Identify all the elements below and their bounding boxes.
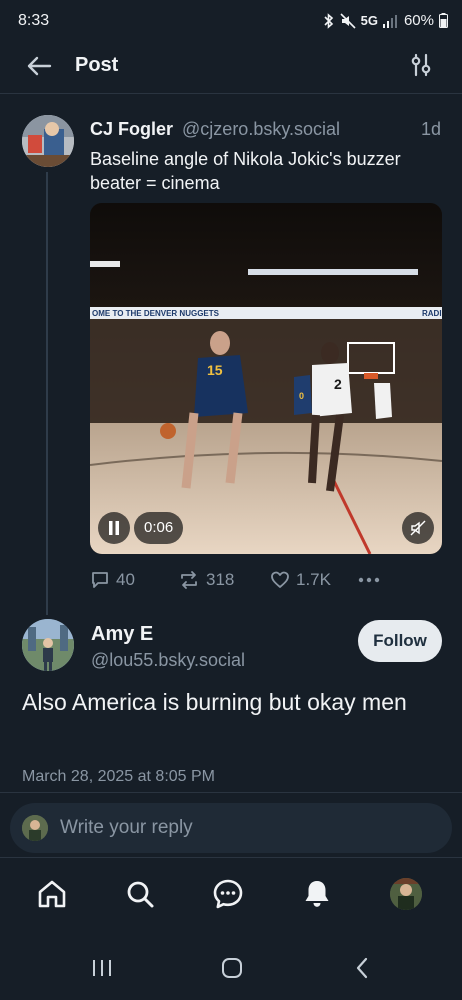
- mute-icon: [340, 12, 356, 29]
- system-back-button[interactable]: [342, 948, 382, 988]
- tab-notifications[interactable]: [297, 874, 337, 914]
- network-label: 5G: [360, 13, 378, 28]
- battery-icon: [439, 13, 448, 28]
- like-count: 1.7K: [296, 570, 331, 589]
- video-frame: OME TO THE DENVER NUGGETS RADI 15 2 0: [90, 203, 442, 554]
- post-text: Baseline angle of Nikola Jokic's buzzer …: [90, 149, 401, 193]
- battery-label: 60%: [403, 12, 434, 29]
- reply-count: 40: [116, 570, 135, 589]
- arrow-left-icon: [27, 56, 52, 76]
- status-time: 8:33: [18, 12, 50, 29]
- speaker-muted-icon: [410, 520, 426, 536]
- home-circle-icon: [222, 958, 242, 978]
- follow-button[interactable]: Follow: [358, 620, 442, 662]
- post-text: Also America is burning but okay men: [22, 689, 407, 715]
- recent-apps-icon: [93, 960, 111, 976]
- recent-apps-button[interactable]: [82, 948, 122, 988]
- author-handle[interactable]: @cjzero.bsky.social: [182, 119, 340, 139]
- repost-count: 318: [206, 570, 235, 589]
- avatar: [22, 815, 48, 841]
- jersey-number-2: 2: [334, 376, 342, 392]
- tab-chat[interactable]: [208, 874, 248, 914]
- repost-button[interactable]: 318: [178, 570, 234, 590]
- author-name[interactable]: Amy E: [91, 621, 153, 647]
- parent-post-header: CJ Fogler @cjzero.bsky.social: [90, 117, 340, 141]
- signal-icon: [382, 14, 399, 28]
- video-player[interactable]: OME TO THE DENVER NUGGETS RADI 15 2 0 0:…: [90, 203, 442, 554]
- home-icon: [38, 880, 66, 908]
- tab-home[interactable]: [32, 874, 72, 914]
- tab-search[interactable]: [120, 874, 160, 914]
- jersey-number-15: 15: [207, 362, 223, 378]
- avatar[interactable]: [22, 619, 74, 671]
- ellipsis-icon: [358, 577, 380, 583]
- bell-icon: [305, 881, 329, 907]
- post-date: March 28, 2025 at 8:05 PM: [22, 768, 215, 785]
- chat-icon: [213, 879, 243, 909]
- mute-toggle-button[interactable]: [402, 512, 434, 544]
- reply-input[interactable]: Write your reply: [10, 803, 452, 853]
- arena-banner: OME TO THE DENVER NUGGETS: [92, 309, 220, 318]
- status-bar: 8:33 5G 60%: [0, 0, 462, 44]
- bluetooth-icon: [323, 12, 335, 29]
- status-icons: 5G 60%: [323, 12, 448, 29]
- repost-icon: [181, 571, 197, 589]
- thread-settings-button[interactable]: [406, 50, 436, 80]
- post-actions: 40 318 1.7K: [90, 566, 390, 594]
- system-nav-bar: [0, 940, 462, 1000]
- pause-button[interactable]: [98, 512, 130, 544]
- divider: [0, 792, 462, 793]
- author-name[interactable]: CJ Fogler: [90, 119, 173, 139]
- thread-line: [46, 172, 48, 615]
- chevron-left-icon: [356, 957, 368, 979]
- heart-icon: [271, 571, 289, 588]
- sliders-icon: [411, 53, 431, 77]
- top-header: Post: [0, 44, 462, 94]
- video-time: 0:06: [134, 512, 184, 544]
- search-icon: [127, 881, 154, 908]
- more-options-button[interactable]: [358, 577, 380, 583]
- reply-placeholder: Write your reply: [60, 817, 193, 838]
- pause-icon: [109, 521, 119, 535]
- tab-profile[interactable]: [386, 874, 426, 914]
- comment-icon: [92, 572, 108, 588]
- jersey-number-0: 0: [299, 391, 304, 401]
- avatar[interactable]: [22, 115, 74, 167]
- page-title: Post: [75, 54, 119, 76]
- arena-banner-right: RADI: [422, 309, 442, 318]
- back-button[interactable]: [22, 49, 56, 83]
- system-home-button[interactable]: [212, 948, 252, 988]
- avatar: [390, 878, 422, 910]
- post-time: 1d: [420, 119, 441, 139]
- bottom-tab-bar: [0, 858, 462, 932]
- like-button[interactable]: 1.7K: [270, 570, 331, 590]
- reply-button[interactable]: 40: [90, 570, 135, 590]
- author-handle[interactable]: @lou55.bsky.social: [91, 648, 245, 672]
